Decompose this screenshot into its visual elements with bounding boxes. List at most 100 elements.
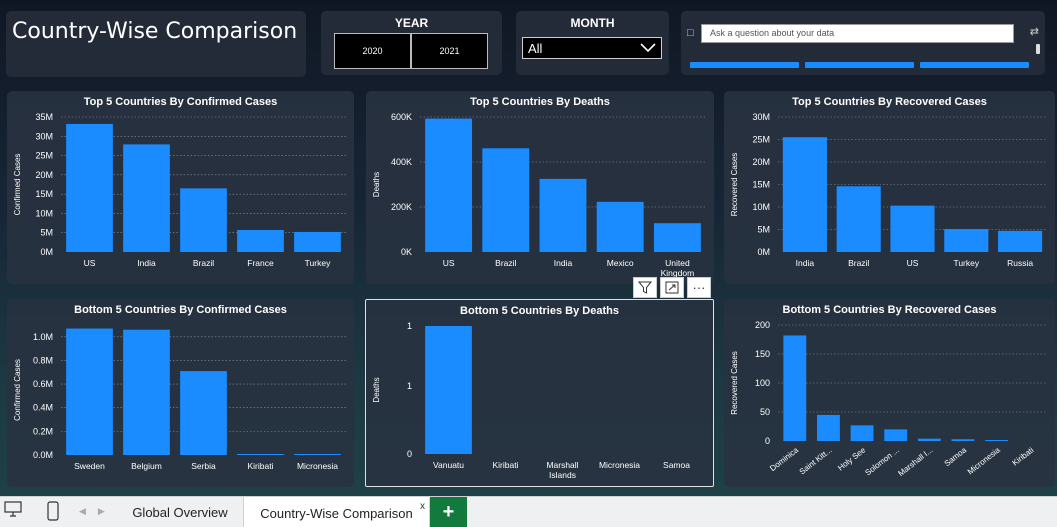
x-tick-label: Vanuatu	[433, 460, 464, 470]
chart-top-confirmed[interactable]: 0M 5M 10M 15M 20M 25M 30M 35M Confirmed Cases US I…	[7, 91, 354, 284]
bar[interactable]	[998, 230, 1043, 252]
bar[interactable]	[294, 231, 341, 252]
y-axis-title: Recovered Cases	[730, 351, 739, 415]
chart-title: Top 5 Countries By Confirmed Cases	[83, 96, 278, 108]
more-options-icon[interactable]: ···	[687, 277, 711, 298]
bar[interactable]	[66, 123, 113, 252]
chart-title: Top 5 Countries By Recovered Cases	[792, 96, 987, 108]
year-option-2021[interactable]: 2021	[411, 33, 488, 69]
bar[interactable]	[294, 454, 341, 455]
close-icon[interactable]: x	[420, 501, 425, 512]
x-tick-label: US	[84, 258, 96, 268]
bar[interactable]	[944, 229, 989, 252]
bar[interactable]	[596, 201, 644, 252]
x-tick-label: Islands	[549, 470, 576, 480]
y-axis-title: Recovered Cases	[730, 153, 739, 217]
x-tick-label: Micronesia	[966, 445, 1002, 476]
chart-top-deaths[interactable]: 0K 200K 400K 600K Deaths US Brazil India Mexico U…	[366, 91, 714, 284]
bar[interactable]	[180, 188, 227, 252]
bar[interactable]	[180, 371, 227, 455]
turn-into-visual-icon[interactable]: ⇄	[1030, 25, 1039, 38]
x-tick-label: Brazil	[495, 258, 516, 268]
y-axis-title: Deaths	[372, 172, 381, 197]
y-tick-label: 25M	[752, 135, 770, 145]
bar[interactable]	[237, 230, 284, 252]
qa-suggestion[interactable]	[920, 62, 1029, 68]
bar[interactable]	[890, 205, 935, 252]
chart-svg: 0.0M 0.2M 0.4M 0.6M 0.8M 1.0M Confirmed Cases S…	[13, 328, 346, 471]
tab-global-overview[interactable]: Global Overview	[117, 497, 244, 527]
qa-suggestions	[690, 62, 1029, 68]
qa-scrollbar[interactable]	[1036, 44, 1040, 54]
add-page-button[interactable]: +	[430, 497, 467, 527]
bar[interactable]	[539, 178, 587, 252]
chart-svg: 0K 200K 400K 600K Deaths US Brazil India Mexico U…	[372, 112, 706, 278]
year-slicer: YEAR 2020 2021	[321, 11, 502, 75]
bar[interactable]	[66, 328, 113, 455]
y-tick-label: 600K	[391, 112, 412, 122]
bar[interactable]	[482, 148, 530, 252]
filter-icon[interactable]	[633, 277, 657, 298]
qa-suggestion[interactable]	[805, 62, 914, 68]
x-tick-label: India	[554, 258, 573, 268]
chart-bottom-recovered[interactable]: 0 50 100 150 200 Recovered Cases Dominica Saint…	[724, 299, 1055, 487]
x-tick-label: US	[443, 258, 455, 268]
x-tick-label: Belgium	[131, 461, 162, 471]
month-dropdown-value: All	[528, 40, 543, 56]
y-tick-label: 400K	[391, 157, 412, 167]
bar[interactable]	[951, 439, 975, 441]
bar[interactable]	[782, 137, 827, 252]
y-tick-label: 0.8M	[33, 355, 53, 365]
y-tick-label: 200	[755, 320, 770, 330]
y-tick-label: 25M	[35, 151, 53, 161]
bar[interactable]	[123, 144, 170, 252]
x-tick-label: Holy See	[836, 445, 868, 472]
x-tick-label: Saint Kitt...	[798, 445, 834, 476]
chart-svg: 0 1 1 Deaths Vanuatu Kiribati MarshallIslands M…	[372, 321, 690, 480]
year-option-2020[interactable]: 2020	[334, 33, 411, 69]
chart-bottom-deaths[interactable]: 0 1 1 Deaths Vanuatu Kiribati Marshall Islands M…	[365, 299, 714, 487]
bar[interactable]	[884, 429, 908, 441]
y-tick-label: 15M	[35, 189, 53, 199]
chart-title: Bottom 5 Countries By Recovered Cases	[782, 304, 997, 316]
bar[interactable]	[850, 425, 874, 441]
month-dropdown[interactable]: All	[522, 37, 662, 59]
tab-country-wise-comparison[interactable]: Country-Wise Comparison x	[244, 497, 430, 527]
desktop-view-icon[interactable]	[4, 501, 22, 522]
focus-mode-icon[interactable]	[660, 277, 684, 298]
y-tick-label: 5M	[40, 228, 53, 238]
bar[interactable]	[917, 438, 941, 441]
y-tick-label: 0.0M	[33, 450, 53, 460]
x-tick-label: Marshall	[546, 460, 578, 470]
bar[interactable]	[653, 223, 701, 252]
mobile-view-icon[interactable]	[47, 501, 59, 526]
y-tick-label: 0	[407, 449, 412, 459]
bar[interactable]	[425, 118, 473, 252]
y-axis-title: Confirmed Cases	[13, 359, 22, 421]
tab-label: Country-Wise Comparison	[260, 506, 413, 521]
month-slicer: MONTH All	[516, 11, 669, 75]
bar[interactable]	[237, 454, 284, 455]
x-tick-label: Dominica	[768, 445, 800, 473]
x-tick-label: United	[665, 258, 690, 268]
y-tick-label: 50	[760, 407, 770, 417]
x-tick-label: Kiribati	[493, 460, 519, 470]
y-tick-label: 0.6M	[33, 379, 53, 389]
chart-bottom-confirmed[interactable]: 0.0M 0.2M 0.4M 0.6M 0.8M 1.0M Confirmed Cases S…	[7, 299, 354, 487]
x-tick-label: Mexico	[607, 258, 634, 268]
x-tick-label: Sweden	[74, 461, 105, 471]
y-tick-label: 20M	[752, 157, 770, 167]
x-tick-label: Samoa	[943, 445, 969, 468]
bar[interactable]	[836, 186, 881, 252]
bar[interactable]	[985, 440, 1008, 441]
bar[interactable]	[425, 326, 472, 454]
bar[interactable]	[817, 414, 840, 441]
visual-header-toolbar: ···	[633, 277, 711, 298]
bar[interactable]	[783, 335, 807, 441]
qa-suggestion[interactable]	[690, 62, 799, 68]
tab-scroll-arrows[interactable]: ◀▶	[79, 506, 117, 517]
chart-top-recovered[interactable]: 0M 5M 10M 15M 20M 25M 30M Recovered Cases India B…	[724, 91, 1055, 284]
qa-input[interactable]: Ask a question about your data	[701, 24, 1014, 43]
y-tick-label: 5M	[757, 225, 770, 235]
bar[interactable]	[123, 329, 170, 455]
